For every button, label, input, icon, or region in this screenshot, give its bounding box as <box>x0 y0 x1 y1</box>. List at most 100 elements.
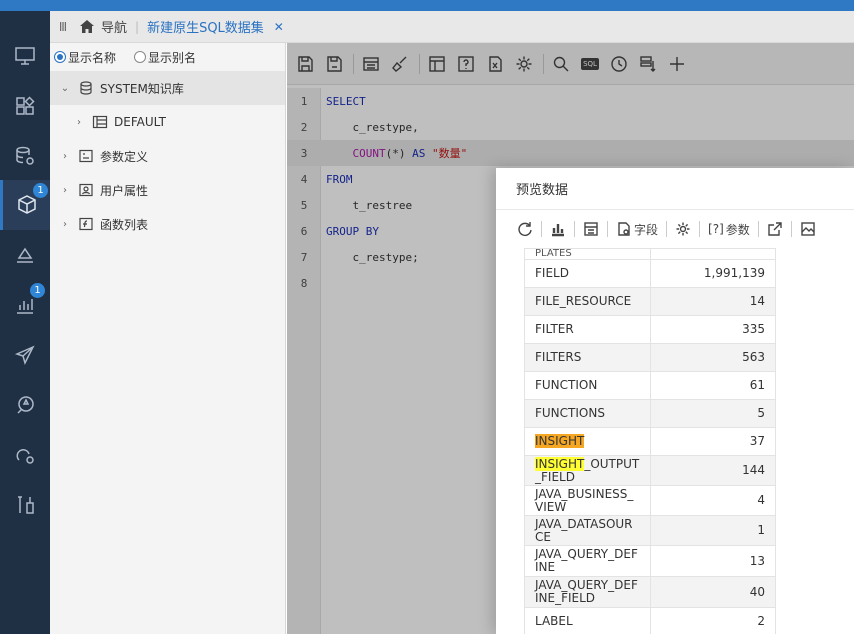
search-highlight: INSIGHT <box>535 456 585 471</box>
monitor-icon <box>15 47 35 65</box>
tree-item-system-kb[interactable]: ⌄ SYSTEM知识库 <box>50 71 285 105</box>
radio-dot-checked[interactable] <box>54 51 66 63</box>
toolbar-separator <box>757 221 759 237</box>
table-icon <box>584 222 598 236</box>
expand-arrow-icon[interactable]: › <box>72 117 86 128</box>
cell-value: 40 <box>649 576 776 608</box>
table-row[interactable]: LABEL 2 <box>524 607 776 634</box>
dialog-title: 预览数据 <box>496 168 854 210</box>
send-icon <box>14 345 35 366</box>
radio-show-alias[interactable]: 显示别名 <box>134 49 196 66</box>
nav-publish[interactable] <box>0 330 50 380</box>
cell-name: JAVA_DATASOURCE <box>524 515 651 546</box>
nav-datasource[interactable] <box>0 131 50 181</box>
table-button[interactable] <box>583 221 599 237</box>
cell-name: PLATES <box>524 248 651 260</box>
nav-tools[interactable] <box>0 480 50 530</box>
cell-value: 61 <box>649 371 776 400</box>
search-highlight: INSIGHT <box>535 434 585 448</box>
table-row[interactable]: FUNCTION 61 <box>524 371 776 400</box>
database-gear-icon <box>16 146 34 165</box>
compass-icon <box>17 396 34 414</box>
database-icon <box>78 81 94 95</box>
tab-new-sql-dataset[interactable]: 新建原生SQL数据集 <box>147 17 264 36</box>
cell-value: 1 <box>649 515 776 546</box>
nav-monitor[interactable] <box>0 31 50 81</box>
refresh-button[interactable] <box>517 221 533 237</box>
table-row[interactable]: FILTERS 563 <box>524 343 776 372</box>
cell-name: INSIGHT <box>524 427 651 456</box>
tree-item-params[interactable]: › 参数定义 <box>50 139 285 173</box>
apps-icon <box>16 96 35 115</box>
tab-home[interactable]: 导航 <box>79 17 127 36</box>
radio-show-name[interactable]: 显示名称 <box>54 49 116 66</box>
tab-bar: Ⅲ 导航 | 新建原生SQL数据集 ✕ <box>50 11 854 43</box>
tree-item-functions[interactable]: › 函数列表 <box>50 207 285 241</box>
expand-arrow-icon[interactable]: › <box>58 185 72 196</box>
params-button-label: 参数 <box>725 222 750 237</box>
toolbar-separator <box>699 221 701 237</box>
cell-value: 2 <box>649 607 776 634</box>
models-badge: 1 <box>33 183 48 198</box>
cell-name: FUNCTION <box>524 371 651 400</box>
nav-apps[interactable] <box>0 81 50 131</box>
toolbar-separator <box>574 221 575 237</box>
table-row[interactable]: FILE_RESOURCE 14 <box>524 287 776 316</box>
cell-name: JAVA_QUERY_DEFINE_FIELD <box>524 576 651 608</box>
open-external-button[interactable] <box>767 221 783 237</box>
expand-arrow-icon[interactable]: › <box>58 219 72 230</box>
table-row[interactable]: INSIGHT 37 <box>524 427 776 456</box>
cell-name: LABEL <box>524 607 651 634</box>
table-row[interactable]: FUNCTIONS 5 <box>524 399 776 428</box>
radio-show-alias-label: 显示别名 <box>148 50 197 65</box>
table-row[interactable]: FIELD 1,991,139 <box>524 259 776 288</box>
nav-explore[interactable] <box>0 380 50 430</box>
toolbar-separator <box>541 221 542 237</box>
display-mode-radios: 显示名称 显示别名 <box>50 43 285 71</box>
table-row[interactable]: JAVA_QUERY_DEFINE_FIELD 40 <box>524 576 776 608</box>
expand-arrow-icon[interactable]: › <box>58 151 72 162</box>
table-row[interactable]: JAVA_BUSINESS_VIEW 4 <box>524 485 776 516</box>
expand-arrow-icon[interactable]: ⌄ <box>58 83 72 94</box>
cell-value: 13 <box>649 545 776 577</box>
layers-icon <box>17 247 33 263</box>
cell-name: FILTERS <box>524 343 651 372</box>
analysis-badge: 1 <box>30 283 45 298</box>
table-row[interactable]: JAVA_QUERY_DEFINE 13 <box>524 545 776 577</box>
parameter-icon <box>78 149 94 163</box>
cell-name: JAVA_BUSINESS_VIEW <box>524 485 651 516</box>
params-button[interactable]: [?] 参数 <box>708 221 750 238</box>
cube-icon <box>17 195 36 214</box>
tab-menu-icon[interactable]: Ⅲ <box>53 20 73 34</box>
tree-item-user-attrs[interactable]: › 用户属性 <box>50 173 285 207</box>
tab-close-icon[interactable]: ✕ <box>274 20 284 34</box>
tree-item-label: 参数定义 <box>100 149 149 164</box>
tree-item-label: 用户属性 <box>100 183 149 198</box>
tree-item-default[interactable]: › DEFAULT <box>50 105 285 139</box>
user-settings-icon <box>16 449 34 464</box>
table-row[interactable]: INSIGHT_OUTPUT_FIELD 144 <box>524 455 776 486</box>
nav-analysis[interactable]: 1 <box>0 280 50 330</box>
external-link-icon <box>768 222 782 236</box>
table-row[interactable]: FILTER 335 <box>524 315 776 344</box>
user-attribute-icon <box>78 183 94 197</box>
nav-users[interactable] <box>0 430 50 480</box>
tab-home-label: 导航 <box>101 21 128 36</box>
dialog-toolbar: 字段 [?] 参数 <box>496 210 854 248</box>
refresh-icon <box>518 222 532 236</box>
table-row[interactable]: JAVA_DATASOURCE 1 <box>524 515 776 546</box>
preview-data-dialog: 预览数据 字段 [?] 参数 PLATES FIELD 1,991,139 FILE… <box>496 168 854 634</box>
cell-name: INSIGHT_OUTPUT_FIELD <box>524 455 651 486</box>
nav-prepare[interactable] <box>0 230 50 280</box>
fields-button[interactable]: 字段 <box>616 221 658 238</box>
export-image-button[interactable] <box>800 221 816 237</box>
chart-button[interactable] <box>550 221 566 237</box>
params-icon: [?] <box>708 222 724 236</box>
nav-models[interactable]: 1 <box>0 180 50 230</box>
cell-value: 4 <box>649 485 776 516</box>
tree-item-label: 函数列表 <box>100 217 149 232</box>
radio-dot[interactable] <box>134 51 147 63</box>
tools-icon <box>18 496 34 514</box>
fields-button-label: 字段 <box>634 222 659 237</box>
dialog-settings-button[interactable] <box>675 221 691 237</box>
